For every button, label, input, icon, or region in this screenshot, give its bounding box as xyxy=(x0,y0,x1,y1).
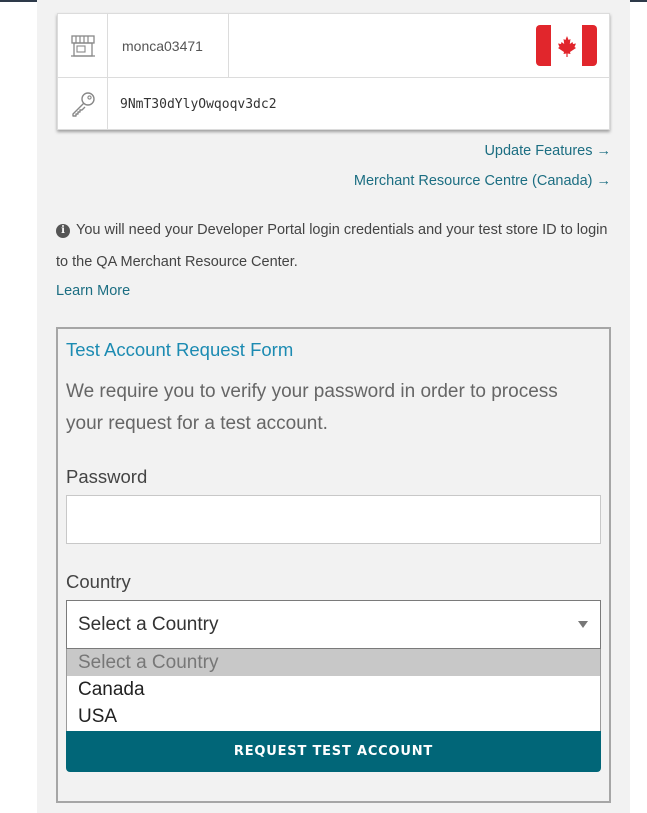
api-token-row: 9NmT30dYlyOwqoqv3dc2 xyxy=(58,78,609,130)
merchant-resource-centre-link[interactable]: Merchant Resource Centre (Canada) → xyxy=(354,173,611,189)
api-token-value: 9NmT30dYlyOwqoqv3dc2 xyxy=(120,96,277,112)
canada-flag-icon xyxy=(536,25,597,66)
country-select-value: Select a Country xyxy=(78,613,219,635)
form-description: We require you to verify your password i… xyxy=(66,381,558,434)
learn-more-link[interactable]: Learn More xyxy=(56,283,130,299)
info-message: i You will need your Developer Portal log… xyxy=(56,214,612,278)
info-text: You will need your Developer Portal logi… xyxy=(56,222,608,270)
country-option-placeholder[interactable]: Select a Country xyxy=(67,649,600,676)
update-features-link[interactable]: Update Features → xyxy=(484,143,611,159)
store-id-row: monca03471 xyxy=(58,14,609,78)
country-label: Country xyxy=(66,571,131,592)
password-input[interactable] xyxy=(66,495,601,544)
store-id-value: monca03471 xyxy=(108,14,229,77)
flag-cell xyxy=(229,14,609,77)
info-icon: i xyxy=(56,224,70,238)
key-icon xyxy=(58,78,108,130)
dropdown-arrow-icon xyxy=(578,621,588,628)
request-test-account-button[interactable]: REQUEST TEST ACCOUNT xyxy=(66,731,601,772)
country-dropdown-list: Select a Country Canada USA xyxy=(66,649,601,733)
credentials-card: monca03471 9NmT30dYlyOwqoqv3dc2 xyxy=(57,13,610,130)
country-option-usa[interactable]: USA xyxy=(67,703,600,730)
password-label: Password xyxy=(66,466,148,487)
country-select[interactable]: Select a Country xyxy=(66,600,601,649)
country-option-canada[interactable]: Canada xyxy=(67,676,600,703)
form-title: Test Account Request Form xyxy=(66,339,294,360)
store-icon xyxy=(58,14,108,77)
